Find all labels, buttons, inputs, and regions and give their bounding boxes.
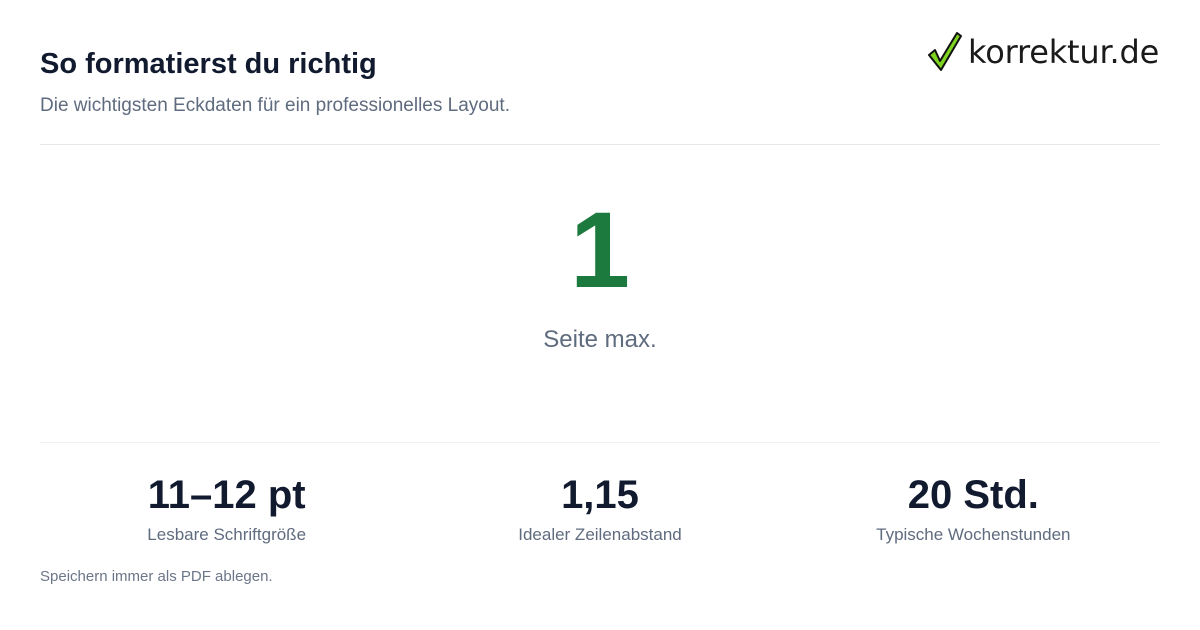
hero-label: Seite max. bbox=[543, 326, 657, 353]
header-divider bbox=[40, 144, 1160, 145]
brand-name: korrektur.de bbox=[968, 33, 1160, 71]
section-divider bbox=[40, 442, 1160, 443]
checkmark-icon bbox=[926, 30, 962, 74]
stat-value: 20 Std. bbox=[907, 473, 1039, 517]
brand-logo[interactable]: korrektur.de bbox=[926, 30, 1159, 74]
stat-value: 11–12 pt bbox=[147, 473, 306, 517]
footnote: Speichern immer als PDF ablegen. bbox=[40, 568, 273, 585]
stats-row: 11–12 pt Lesbare Schriftgröße 1,15 Ideal… bbox=[40, 472, 1160, 545]
page-title: So formatierst du richtig bbox=[40, 48, 377, 80]
stat-value: 1,15 bbox=[561, 473, 639, 517]
stat-weekly-hours: 20 Std. Typische Wochenstunden bbox=[787, 472, 1160, 545]
hero-value: 1 bbox=[569, 189, 631, 310]
stat-label: Typische Wochenstunden bbox=[876, 525, 1071, 544]
page-subtitle: Die wichtigsten Eckdaten für ein profess… bbox=[40, 95, 510, 116]
stat-font-size: 11–12 pt Lesbare Schriftgröße bbox=[40, 472, 413, 545]
stat-line-spacing: 1,15 Idealer Zeilenabstand bbox=[413, 472, 786, 545]
stat-label: Idealer Zeilenabstand bbox=[518, 525, 682, 544]
stat-label: Lesbare Schriftgröße bbox=[147, 525, 307, 544]
formatting-card: So formatierst du richtig Die wichtigste… bbox=[0, 0, 1200, 630]
